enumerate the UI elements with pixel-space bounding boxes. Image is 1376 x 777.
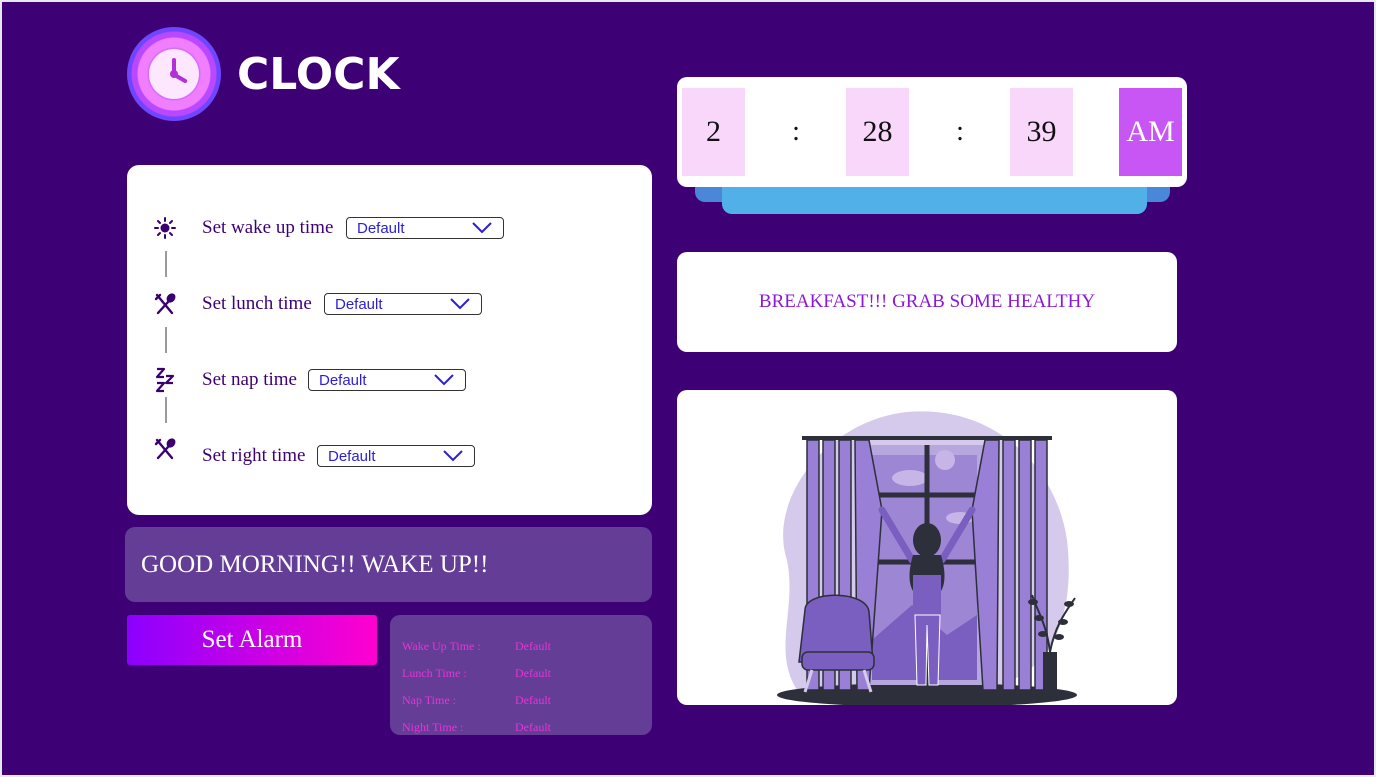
app-logo: CLOCK	[127, 27, 400, 121]
utensils-icon	[151, 290, 179, 318]
summary-row: Night Time : Default	[402, 720, 551, 735]
clock-seconds: 39	[1010, 88, 1073, 176]
night-label: Set right time	[202, 445, 306, 466]
sun-icon	[151, 214, 179, 242]
chevron-down-icon	[450, 298, 470, 310]
summary-label: Nap Time :	[402, 693, 457, 707]
sleep-zzz-icon	[151, 366, 179, 394]
clock-separator: :	[956, 116, 964, 147]
chevron-down-icon	[443, 450, 463, 462]
timeline-connector	[165, 251, 167, 277]
summary-label: Wake Up Time :	[402, 639, 481, 653]
clock-icon	[127, 27, 221, 121]
timeline-connector	[165, 327, 167, 353]
lunch-label: Set lunch time	[202, 293, 312, 314]
summary-value: Default	[515, 693, 551, 707]
night-select[interactable]: Default	[317, 445, 475, 467]
morning-illustration	[677, 390, 1177, 705]
wake-up-select[interactable]: Default	[346, 217, 504, 239]
nap-select[interactable]: Default	[308, 369, 466, 391]
lunch-select-value: Default	[335, 295, 383, 313]
clock-minutes: 28	[846, 88, 909, 176]
wake-up-label: Set wake up time	[202, 217, 334, 238]
utensils-icon	[151, 435, 179, 463]
night-select-value: Default	[328, 447, 376, 465]
set-alarm-button[interactable]: Set Alarm	[127, 615, 377, 665]
summary-row: Nap Time : Default	[402, 693, 551, 708]
summary-row: Wake Up Time : Default	[402, 639, 551, 654]
nap-label: Set nap time	[202, 369, 297, 390]
greeting-message: GOOD MORNING!! WAKE UP!!	[125, 527, 652, 602]
chevron-down-icon	[434, 374, 454, 386]
clock-hours: 2	[682, 88, 745, 176]
schedule-settings-panel: Set wake up time Default Set lunch time …	[127, 165, 652, 515]
summary-label: Lunch Time :	[402, 666, 467, 680]
clock-ampm: AM	[1119, 88, 1182, 176]
woman-opening-curtains-image	[777, 411, 1077, 705]
summary-row: Lunch Time : Default	[402, 666, 551, 681]
chevron-down-icon	[472, 222, 492, 234]
summary-value: Default	[515, 639, 551, 653]
alarm-summary-panel: Wake Up Time : Default Lunch Time : Defa…	[390, 615, 652, 735]
app-title: CLOCK	[237, 48, 400, 100]
wake-up-select-value: Default	[357, 219, 405, 237]
nap-select-value: Default	[319, 371, 367, 389]
summary-label: Night Time :	[402, 720, 464, 734]
meal-message: BREAKFAST!!! GRAB SOME HEALTHY	[677, 252, 1177, 352]
summary-value: Default	[515, 666, 551, 680]
lunch-select[interactable]: Default	[324, 293, 482, 315]
summary-value: Default	[515, 720, 551, 734]
timeline-connector	[165, 397, 167, 423]
clock-separator: :	[792, 116, 800, 147]
digital-clock: 2 : 28 : 39 AM	[677, 77, 1187, 187]
